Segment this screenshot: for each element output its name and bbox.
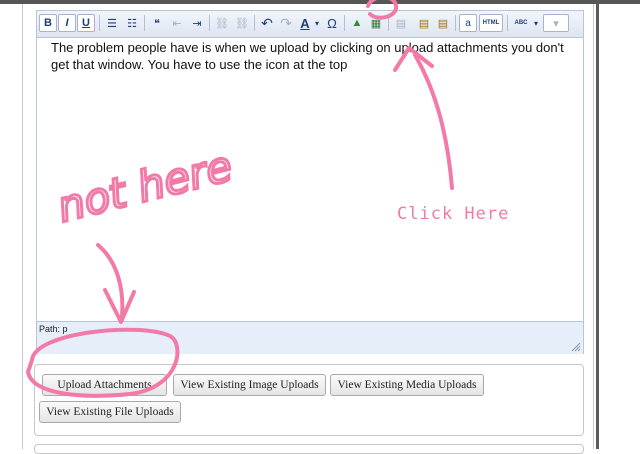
link-icon: ⛓	[215, 17, 229, 30]
editor-status-bar: Path: p	[37, 321, 583, 354]
spellcheck-icon: ABC	[514, 20, 528, 26]
paste-text-button[interactable]: ▤	[415, 14, 433, 32]
path-label: Path: p	[39, 324, 68, 334]
toolbar-separator	[144, 15, 145, 31]
indent-button[interactable]: ⇥	[188, 14, 206, 32]
toolbar-separator	[254, 15, 255, 31]
insert-image-button[interactable]: ▲	[348, 14, 366, 32]
chevron-down-icon: ▾	[314, 18, 319, 28]
page-right-border	[596, 0, 599, 449]
quote-button[interactable]: ❝	[148, 14, 166, 32]
italic-button[interactable]: I	[58, 14, 76, 32]
attachments-panel: Upload Attachments View Existing Image U…	[34, 364, 584, 436]
html-source-button[interactable]: HTML	[479, 14, 503, 32]
quote-icon: ❝	[154, 17, 160, 30]
bullet-list-icon: ☰	[107, 17, 117, 30]
more-options-dropdown[interactable]: ▾	[543, 14, 569, 32]
unlink-icon: ⛓	[235, 17, 249, 30]
upload-attachments-button[interactable]: Upload Attachments	[42, 374, 167, 396]
bullet-list-button[interactable]: ☰	[103, 14, 121, 32]
indent-icon: ⇥	[192, 17, 202, 30]
link-button[interactable]: ⛓	[213, 14, 231, 32]
spellcheck-dropdown[interactable]: ▾	[532, 14, 540, 32]
clipboard-icon: ▤	[418, 17, 430, 30]
next-panel-edge	[34, 444, 584, 454]
view-media-uploads-button[interactable]: View Existing Media Uploads	[330, 374, 484, 396]
view-image-uploads-button[interactable]: View Existing Image Uploads	[173, 374, 326, 396]
redo-button[interactable]: ↷	[277, 14, 295, 32]
special-character-button[interactable]: Ω	[323, 14, 341, 32]
view-file-uploads-button[interactable]: View Existing File Uploads	[39, 401, 181, 423]
clipboard-word-icon: ▤	[437, 17, 449, 30]
bold-button[interactable]: B	[39, 14, 57, 32]
toolbar-separator	[344, 15, 345, 31]
rich-text-editor: B I U ☰ ☷ ❝ ⇤ ⇥ ⛓ ⛓ ↶ ↷ A ▾ Ω ▲ ▦ ▤ ▤ ▤ …	[36, 10, 584, 354]
html-icon: HTML	[482, 20, 500, 26]
insert-media-button[interactable]: ▦	[367, 14, 385, 32]
insert-image-icon: ▲	[351, 17, 363, 29]
numbered-list-icon: ☷	[127, 17, 137, 30]
editor-toolbar: B I U ☰ ☷ ❝ ⇤ ⇥ ⛓ ⛓ ↶ ↷ A ▾ Ω ▲ ▦ ▤ ▤ ▤ …	[37, 11, 583, 38]
numbered-list-button[interactable]: ☷	[123, 14, 141, 32]
paste-button[interactable]: ▤	[392, 14, 410, 32]
paste-icon: ▤	[395, 17, 407, 30]
toolbar-separator	[507, 15, 508, 31]
toolbar-separator	[388, 15, 389, 31]
paste-word-button[interactable]: ▤	[434, 14, 452, 32]
unlink-button[interactable]: ⛓	[233, 14, 251, 32]
toolbar-separator	[99, 15, 100, 31]
chevron-down-icon: ▾	[533, 18, 538, 28]
undo-button[interactable]: ↶	[258, 14, 276, 32]
redo-icon: ↷	[280, 14, 292, 31]
chevron-down-icon: ▾	[553, 17, 559, 30]
outdent-icon: ⇤	[172, 17, 182, 30]
click-here-annotation: Click Here	[397, 204, 510, 224]
toolbar-separator	[455, 15, 456, 31]
outdent-button[interactable]: ⇤	[168, 14, 186, 32]
select-all-icon: a	[465, 17, 471, 29]
undo-icon: ↶	[261, 14, 273, 31]
font-color-icon: A	[300, 15, 310, 31]
omega-icon: Ω	[327, 15, 337, 31]
film-icon: ▦	[370, 17, 382, 30]
toolbar-separator	[209, 15, 210, 31]
font-color-dropdown[interactable]: ▾	[313, 14, 321, 32]
font-color-button[interactable]: A	[296, 14, 314, 32]
select-all-button[interactable]: a	[459, 14, 477, 32]
editor-content[interactable]: The problem people have is when we uploa…	[51, 39, 571, 73]
spellcheck-button[interactable]: ABC	[510, 14, 532, 32]
resize-grip-icon[interactable]	[571, 342, 581, 352]
underline-button[interactable]: U	[77, 14, 95, 32]
